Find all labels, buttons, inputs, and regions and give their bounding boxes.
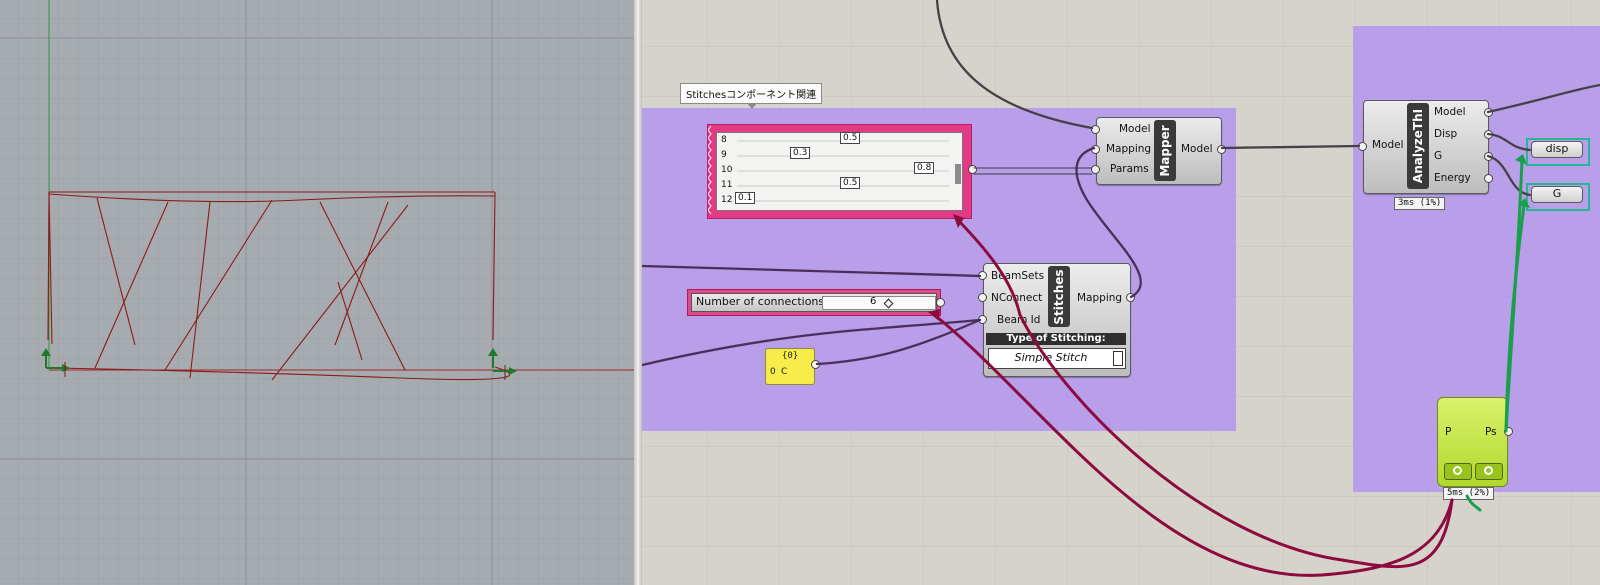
- number-slider[interactable]: Number of connections 6: [687, 289, 941, 316]
- panel-index: 0: [770, 367, 776, 377]
- graph-row-label: 9: [721, 150, 727, 160]
- mapper-nickname: Mapper: [1154, 120, 1176, 181]
- analyze-component[interactable]: Model AnalyzeThI Model Disp G Energy: [1363, 100, 1489, 194]
- green-input-p: P: [1445, 426, 1452, 438]
- panel-output-grip[interactable]: [811, 360, 820, 369]
- viewport-grid: [0, 0, 634, 585]
- graph-row-value[interactable]: 0.3: [790, 147, 811, 159]
- slider-output-grip[interactable]: [936, 298, 945, 307]
- analyze-timer: 3ms (1%): [1394, 197, 1446, 210]
- graph-row-label: 12: [721, 195, 733, 205]
- analyze-nickname: AnalyzeThI: [1407, 103, 1429, 189]
- graph-row-label: 10: [721, 165, 733, 175]
- stitches-input-nconnect: NConnect: [991, 292, 1043, 304]
- panel-header: {0}: [782, 351, 799, 361]
- mapper-input-model: Model: [1119, 123, 1151, 135]
- graph-row-value[interactable]: 0.1: [735, 192, 756, 204]
- analyze-output-grip[interactable]: [1484, 108, 1493, 117]
- analyze-input-model: Model: [1372, 139, 1404, 151]
- mapper-input-grip[interactable]: [1091, 125, 1100, 134]
- graph-mapper-area[interactable]: 8 9 10 11 12 0.5 0.3 0.8 0.5 0.1: [716, 132, 963, 211]
- slider-value: 6: [870, 296, 877, 307]
- analyze-output-grip[interactable]: [1484, 174, 1493, 183]
- stitching-type-title: Type of Stitching:: [986, 333, 1126, 345]
- mapper-output-model: Model: [1181, 143, 1213, 155]
- dropdown-arrow-icon[interactable]: [1113, 351, 1123, 366]
- green-output-ps: Ps: [1485, 426, 1497, 438]
- stitches-input-grip[interactable]: [978, 271, 987, 280]
- stitches-input-beamsets: BeamSets: [991, 270, 1045, 282]
- mapper-component[interactable]: Model Mapping Params Mapper Model: [1096, 117, 1222, 185]
- graph-mapper-output-grip[interactable]: [968, 165, 977, 174]
- rhino-viewport[interactable]: [0, 0, 634, 585]
- slider-knob-icon[interactable]: [883, 298, 894, 309]
- slider-track[interactable]: 6: [822, 296, 936, 310]
- panel-value: C: [781, 367, 788, 377]
- slider-label: Number of connections: [696, 295, 825, 308]
- stitching-type-value: Simple Stitch: [1014, 351, 1088, 364]
- stitches-output-grip[interactable]: [1126, 293, 1135, 302]
- graph-mapper[interactable]: 8 9 10 11 12 0.5 0.3 0.8 0.5 0.1: [707, 124, 972, 219]
- mapper-input-grip[interactable]: [1091, 145, 1100, 154]
- stitching-type-dropdown[interactable]: Simple Stitch: [988, 348, 1126, 369]
- green-timer: 5ms (2%): [1443, 487, 1495, 500]
- stitches-input-grip[interactable]: [978, 293, 987, 302]
- stitches-input-beamid: Beam Id: [997, 314, 1041, 326]
- stitches-input-grip[interactable]: [978, 315, 987, 324]
- mapper-input-grip[interactable]: [1091, 165, 1100, 174]
- analyze-output-model: Model: [1434, 106, 1466, 118]
- group-label: Stitchesコンポーネント関連: [680, 83, 823, 109]
- analyze-output-g: G: [1434, 150, 1443, 162]
- green-component[interactable]: P Ps: [1437, 397, 1508, 487]
- mapper-input-mapping: Mapping: [1106, 143, 1152, 155]
- analyze-output-grip[interactable]: [1484, 152, 1493, 161]
- relay-disp[interactable]: disp: [1531, 141, 1583, 158]
- analyze-output-disp: Disp: [1434, 128, 1458, 140]
- analyze-output-grip[interactable]: [1484, 130, 1493, 139]
- graph-row-value[interactable]: 0.5: [840, 177, 861, 189]
- stitches-nickname: Stitches: [1048, 266, 1070, 327]
- graph-row-label: 11: [721, 180, 733, 190]
- slider-body[interactable]: Number of connections 6: [691, 293, 937, 312]
- panel-splitter[interactable]: [634, 0, 642, 585]
- green-output-grip[interactable]: [1504, 427, 1513, 436]
- toggle-icon[interactable]: [1475, 463, 1503, 480]
- analyze-input-grip[interactable]: [1358, 142, 1367, 151]
- grasshopper-canvas[interactable]: Stitchesコンポーネント関連 8 9 10 11 12 0.5 0.3 0…: [642, 0, 1600, 585]
- graph-row-value[interactable]: 0.8: [914, 162, 935, 174]
- mapper-input-params: Params: [1110, 163, 1149, 175]
- analyze-output-energy: Energy: [1434, 172, 1471, 184]
- graph-row-label: 8: [721, 135, 727, 145]
- mapper-output-grip[interactable]: [1217, 145, 1226, 154]
- graph-mapper-edge: [708, 126, 712, 215]
- graph-row-value[interactable]: 0.5: [840, 132, 861, 144]
- relay-g[interactable]: G: [1531, 186, 1583, 203]
- stitches-component[interactable]: BeamSets NConnect Beam Id Stitches Mappi…: [983, 263, 1131, 377]
- refresh-icon[interactable]: [1444, 463, 1472, 480]
- stitches-output-mapping: Mapping: [1077, 292, 1123, 304]
- data-panel[interactable]: {0} 0 C: [765, 348, 815, 385]
